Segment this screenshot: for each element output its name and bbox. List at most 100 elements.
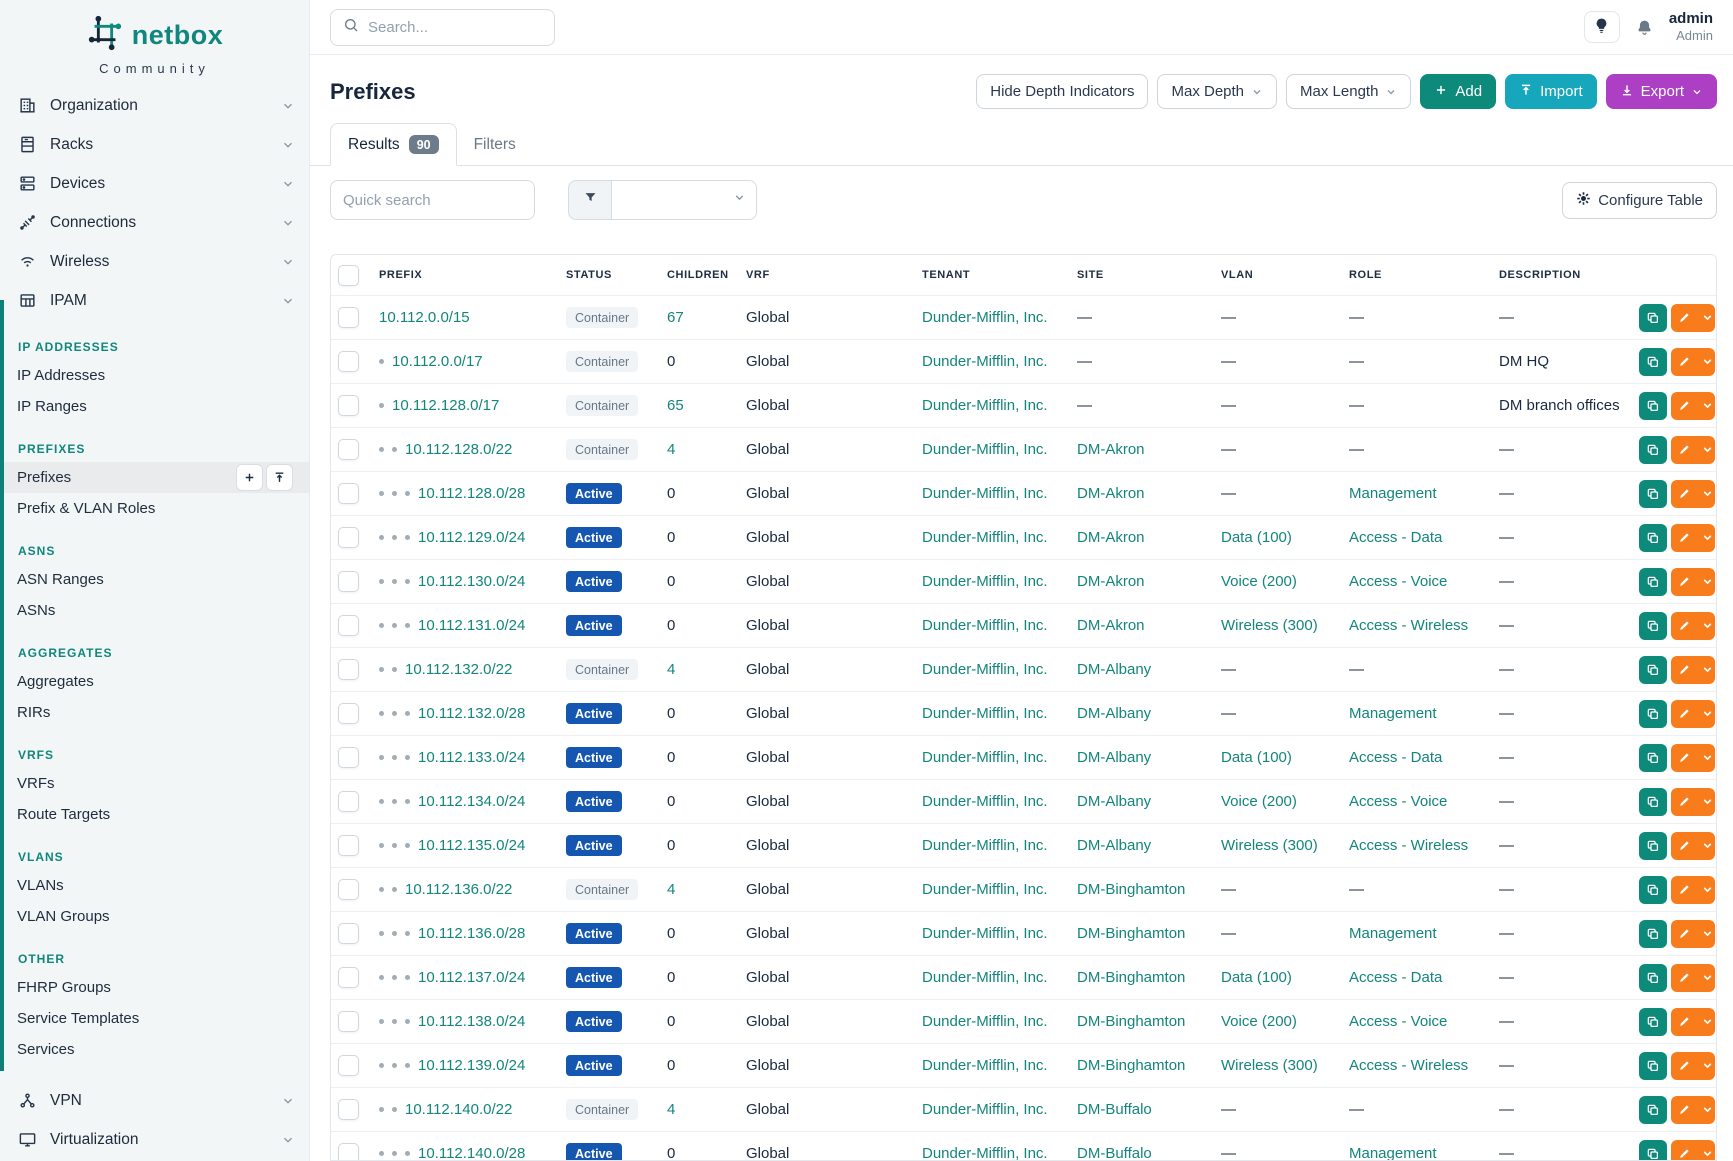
dark-mode-toggle[interactable] (1584, 11, 1620, 43)
edit-dropdown-toggle[interactable] (1698, 971, 1715, 984)
sidebar-item-prefix-and-vlan-roles[interactable]: Prefix & VLAN Roles (0, 493, 309, 524)
edit-dropdown-toggle[interactable] (1698, 883, 1715, 896)
role-link[interactable]: Access - Voice (1349, 573, 1447, 590)
row-checkbox[interactable] (338, 879, 359, 900)
copy-button[interactable] (1639, 964, 1667, 992)
row-checkbox[interactable] (338, 571, 359, 592)
tenant-link[interactable]: Dunder-Mifflin, Inc. (922, 1145, 1048, 1161)
edit-button[interactable] (1671, 304, 1715, 332)
sidebar-item-ip-addresses[interactable]: IP Addresses (0, 360, 309, 391)
prefix-link[interactable]: 10.112.128.0/22 (405, 441, 512, 458)
site-link[interactable]: DM-Akron (1077, 441, 1145, 458)
tenant-link[interactable]: Dunder-Mifflin, Inc. (922, 881, 1048, 898)
edit-button[interactable] (1671, 1008, 1715, 1036)
sidebar-item-virtualization[interactable]: Virtualization (0, 1120, 309, 1159)
row-checkbox[interactable] (338, 703, 359, 724)
site-link[interactable]: DM-Binghamton (1077, 969, 1185, 986)
role-link[interactable]: Access - Voice (1349, 1013, 1447, 1030)
tenant-link[interactable]: Dunder-Mifflin, Inc. (922, 837, 1048, 854)
copy-button[interactable] (1639, 568, 1667, 596)
children-count-link[interactable]: 65 (667, 397, 684, 414)
edit-dropdown-toggle[interactable] (1698, 663, 1715, 676)
tenant-link[interactable]: Dunder-Mifflin, Inc. (922, 573, 1048, 590)
sidebar-item-services[interactable]: Services (0, 1034, 309, 1065)
edit-dropdown-toggle[interactable] (1698, 927, 1715, 940)
site-link[interactable]: DM-Binghamton (1077, 881, 1185, 898)
copy-button[interactable] (1639, 524, 1667, 552)
tenant-link[interactable]: Dunder-Mifflin, Inc. (922, 749, 1048, 766)
prefix-link[interactable]: 10.112.140.0/28 (418, 1145, 525, 1161)
sidebar-item-vlans[interactable]: VLANs (0, 870, 309, 901)
copy-button[interactable] (1639, 1008, 1667, 1036)
edit-dropdown-toggle[interactable] (1698, 1015, 1715, 1028)
row-checkbox[interactable] (338, 351, 359, 372)
prefix-link[interactable]: 10.112.132.0/22 (405, 661, 512, 678)
notifications-bell-icon[interactable] (1635, 18, 1654, 37)
row-checkbox[interactable] (338, 967, 359, 988)
edit-button[interactable] (1671, 920, 1715, 948)
vlan-link[interactable]: Data (100) (1221, 749, 1292, 766)
sidebar-item-route-targets[interactable]: Route Targets (0, 799, 309, 830)
copy-button[interactable] (1639, 1140, 1667, 1161)
edit-button[interactable] (1671, 436, 1715, 464)
copy-button[interactable] (1639, 744, 1667, 772)
vlan-link[interactable]: Wireless (300) (1221, 617, 1318, 634)
row-checkbox[interactable] (338, 1055, 359, 1076)
sidebar-item-devices[interactable]: Devices (0, 164, 309, 203)
edit-button[interactable] (1671, 612, 1715, 640)
row-checkbox[interactable] (338, 791, 359, 812)
copy-button[interactable] (1639, 832, 1667, 860)
vlan-link[interactable]: Data (100) (1221, 969, 1292, 986)
edit-button[interactable] (1671, 1140, 1715, 1161)
tenant-link[interactable]: Dunder-Mifflin, Inc. (922, 485, 1048, 502)
copy-button[interactable] (1639, 348, 1667, 376)
sidebar-item-service-templates[interactable]: Service Templates (0, 1003, 309, 1034)
role-link[interactable]: Access - Data (1349, 749, 1442, 766)
copy-button[interactable] (1639, 304, 1667, 332)
prefix-link[interactable]: 10.112.131.0/24 (418, 617, 525, 634)
edit-dropdown-toggle[interactable] (1698, 531, 1715, 544)
search-input[interactable] (368, 19, 567, 36)
site-link[interactable]: DM-Albany (1077, 793, 1151, 810)
edit-button[interactable] (1671, 568, 1715, 596)
children-count-link[interactable]: 4 (667, 441, 675, 458)
edit-dropdown-toggle[interactable] (1698, 1147, 1715, 1160)
tenant-link[interactable]: Dunder-Mifflin, Inc. (922, 793, 1048, 810)
tenant-link[interactable]: Dunder-Mifflin, Inc. (922, 661, 1048, 678)
sidebar-item-vpn[interactable]: VPN (0, 1081, 309, 1120)
prefix-link[interactable]: 10.112.137.0/24 (418, 969, 525, 986)
row-checkbox[interactable] (338, 307, 359, 328)
vlan-link[interactable]: Voice (200) (1221, 1013, 1297, 1030)
role-link[interactable]: Management (1349, 705, 1437, 722)
edit-button[interactable] (1671, 964, 1715, 992)
prefix-link[interactable]: 10.112.136.0/22 (405, 881, 512, 898)
sidebar-item-asn-ranges[interactable]: ASN Ranges (0, 564, 309, 595)
add-button[interactable]: Add (1420, 74, 1496, 109)
tenant-link[interactable]: Dunder-Mifflin, Inc. (922, 705, 1048, 722)
saved-filter-select[interactable] (612, 180, 757, 220)
edit-dropdown-toggle[interactable] (1698, 1059, 1715, 1072)
children-count-link[interactable]: 67 (667, 309, 684, 326)
site-link[interactable]: DM-Binghamton (1077, 1013, 1185, 1030)
tenant-link[interactable]: Dunder-Mifflin, Inc. (922, 441, 1048, 458)
tenant-link[interactable]: Dunder-Mifflin, Inc. (922, 969, 1048, 986)
sidebar-item-asns[interactable]: ASNs (0, 595, 309, 626)
sidebar-item-racks[interactable]: Racks (0, 125, 309, 164)
tenant-link[interactable]: Dunder-Mifflin, Inc. (922, 397, 1048, 414)
tab-results[interactable]: Results 90 (330, 123, 457, 166)
prefix-link[interactable]: 10.112.133.0/24 (418, 749, 525, 766)
row-checkbox[interactable] (338, 1099, 359, 1120)
edit-button[interactable] (1671, 832, 1715, 860)
import-button[interactable]: Import (1505, 74, 1597, 109)
prefix-link[interactable]: 10.112.128.0/28 (418, 485, 525, 502)
role-link[interactable]: Access - Wireless (1349, 617, 1468, 634)
hide-depth-indicators-button[interactable]: Hide Depth Indicators (976, 74, 1148, 109)
edit-dropdown-toggle[interactable] (1698, 399, 1715, 412)
prefix-link[interactable]: 10.112.0.0/17 (392, 353, 483, 370)
edit-button[interactable] (1671, 744, 1715, 772)
edit-dropdown-toggle[interactable] (1698, 751, 1715, 764)
row-checkbox[interactable] (338, 835, 359, 856)
sidebar-item-aggregates[interactable]: Aggregates (0, 666, 309, 697)
row-checkbox[interactable] (338, 615, 359, 636)
edit-button[interactable] (1671, 700, 1715, 728)
